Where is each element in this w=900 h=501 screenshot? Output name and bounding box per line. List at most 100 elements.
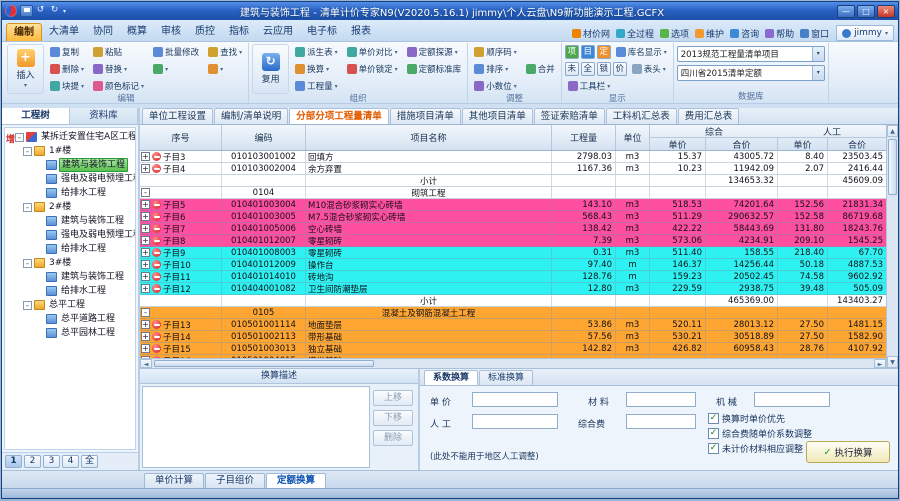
document-tab[interactable]: 措施项目清单 bbox=[390, 108, 461, 124]
pager-button[interactable]: 2 bbox=[24, 455, 41, 468]
quota-spec-dropdown[interactable]: 四川省2015清单定额 ▾ bbox=[677, 65, 825, 81]
tree-item[interactable]: - 2#楼 bbox=[5, 200, 135, 214]
checkbox-icon[interactable]: ✓ bbox=[708, 443, 719, 454]
row-expand-icon[interactable]: + bbox=[141, 332, 150, 341]
sort-button[interactable]: 排序▾ bbox=[471, 61, 520, 77]
derive-table-button[interactable]: 派生表▾ bbox=[292, 44, 341, 60]
toggle-subitem-button[interactable]: 目 bbox=[581, 45, 595, 59]
table-row[interactable]: + 子目10 010401012009 操作台 97.40 m 146.37 1… bbox=[140, 259, 886, 271]
ribbon-tab-big-list[interactable]: 大清单 bbox=[42, 23, 86, 41]
document-tab[interactable]: 其他项目清单 bbox=[462, 108, 533, 124]
checkbox-icon[interactable]: ✓ bbox=[708, 413, 719, 424]
row-expand-icon[interactable]: + bbox=[141, 164, 150, 173]
row-expand-icon[interactable]: + bbox=[141, 344, 150, 353]
tree-item[interactable]: - 3#楼 bbox=[5, 256, 135, 270]
replace-button[interactable]: 替换▾ bbox=[90, 61, 147, 77]
toggle-locked-button[interactable]: 锁 bbox=[597, 62, 611, 76]
table-row[interactable]: 小计 134653.32 45609.09 bbox=[140, 175, 886, 187]
row-expand-icon[interactable]: - bbox=[141, 188, 150, 197]
quota-trace-button[interactable]: 定额探源▾ bbox=[404, 44, 465, 60]
merge-button[interactable]: 合并 bbox=[523, 61, 558, 77]
row-expand-icon[interactable]: + bbox=[141, 212, 150, 221]
labor-input[interactable] bbox=[472, 414, 558, 429]
price-lock-button[interactable]: 单价锁定▾ bbox=[344, 61, 401, 77]
desc-action-button[interactable]: 删除 bbox=[373, 430, 413, 446]
tree-item[interactable]: 给排水工程 bbox=[5, 242, 135, 256]
options-button[interactable]: 选项 bbox=[657, 25, 692, 41]
paste-button[interactable]: 粘贴 bbox=[90, 44, 147, 60]
ribbon-tab-report[interactable]: 报表 bbox=[344, 23, 378, 41]
quick-access-dropdown-icon[interactable]: ▾ bbox=[63, 8, 66, 15]
conversion-tab[interactable]: 系数换算 bbox=[424, 370, 478, 385]
desc-action-button[interactable]: 下移 bbox=[373, 410, 413, 426]
price-compare-button[interactable]: 单价对比▾ bbox=[344, 44, 401, 60]
copy-button[interactable]: 复制 bbox=[47, 44, 87, 60]
reuse-button[interactable]: 复用 bbox=[252, 44, 289, 94]
tree-item[interactable]: 建筑与装饰工程 bbox=[5, 214, 135, 228]
tree-expand-icon[interactable]: - bbox=[15, 133, 24, 142]
tree-item[interactable]: 总平园林工程 bbox=[5, 326, 135, 340]
machine-input[interactable] bbox=[754, 392, 830, 407]
scroll-thumb[interactable] bbox=[154, 360, 374, 367]
toggle-unpriced-button[interactable]: 未 bbox=[565, 62, 579, 76]
desc-action-button[interactable]: 上移 bbox=[373, 390, 413, 406]
table-row[interactable]: + 子目13 010501001114 地面垫层 53.86 m3 520.11… bbox=[140, 319, 886, 331]
ribbon-tab-estimate[interactable]: 概算 bbox=[120, 23, 154, 41]
conversion-desc-list[interactable] bbox=[142, 386, 370, 468]
row-expand-icon[interactable]: + bbox=[141, 224, 150, 233]
tree-item[interactable]: - 总平工程 bbox=[5, 298, 135, 312]
overhead-input[interactable] bbox=[626, 414, 696, 429]
table-row[interactable]: + 子目4 010103002004 余方弃置 1167.36 m3 10.23… bbox=[140, 163, 886, 175]
table-row[interactable]: 小计 465369.00 143403.27 bbox=[140, 295, 886, 307]
table-row[interactable]: - 0105 混凝土及钢筋混凝土工程 bbox=[140, 307, 886, 319]
table-row[interactable]: + 子目15 010501003013 独立基础 142.82 m3 426.8… bbox=[140, 343, 886, 355]
help-button[interactable]: 帮助 bbox=[762, 25, 797, 41]
tree-expand-icon[interactable]: - bbox=[23, 259, 32, 268]
delete-button[interactable]: 删除▾ bbox=[47, 61, 87, 77]
expand-rows-button[interactable]: ▾ bbox=[150, 61, 202, 77]
toggle-quota-button[interactable]: 定 bbox=[597, 45, 611, 59]
left-panel-tab[interactable]: 资料库 bbox=[70, 108, 138, 124]
table-row[interactable]: + 子目5 010401003004 M10混合砂浆砌实心砖墙 143.10 m… bbox=[140, 199, 886, 211]
table-row[interactable]: + 子目9 010401008003 零星砌砖 0.31 m3 511.40 1… bbox=[140, 247, 886, 259]
tree-item[interactable]: 给排水工程 bbox=[5, 186, 135, 200]
scroll-thumb[interactable] bbox=[888, 139, 897, 195]
scroll-right-icon[interactable]: ► bbox=[874, 359, 886, 368]
window-menu-button[interactable]: 窗口 bbox=[797, 25, 832, 41]
row-expand-icon[interactable]: + bbox=[141, 320, 150, 329]
quantity-button[interactable]: 工程量▾ bbox=[292, 78, 341, 94]
row-expand-icon[interactable]: + bbox=[141, 200, 150, 209]
maintain-button[interactable]: 维护 bbox=[692, 25, 727, 41]
decimals-button[interactable]: 小数位▾ bbox=[471, 78, 520, 94]
ribbon-tab-ebid[interactable]: 电子标 bbox=[300, 23, 344, 41]
color-mark-button[interactable]: 颜色标记▾ bbox=[90, 78, 147, 94]
toolbar-button[interactable]: 工具栏▾ bbox=[565, 78, 614, 94]
tree-item[interactable]: - 1#楼 bbox=[5, 144, 135, 158]
row-expand-icon[interactable]: + bbox=[141, 284, 150, 293]
conversion-checkbox[interactable]: ✓ 未计价材料相应调整 bbox=[708, 442, 803, 455]
vertical-scrollbar[interactable]: ▲ ▼ bbox=[886, 125, 898, 368]
row-expand-icon[interactable]: + bbox=[141, 248, 150, 257]
scroll-left-icon[interactable]: ◄ bbox=[140, 359, 152, 368]
bottom-tab[interactable]: 子目组价 bbox=[205, 473, 265, 488]
document-tab[interactable]: 单位工程设置 bbox=[142, 108, 213, 124]
tree-item[interactable]: 强电及弱电预埋工程 bbox=[5, 228, 135, 242]
toggle-all-button[interactable]: 全 bbox=[581, 62, 595, 76]
find-button[interactable]: 查找▾ bbox=[205, 44, 245, 60]
table-row[interactable]: + 子目14 010501002113 带形基础 57.56 m3 530.21… bbox=[140, 331, 886, 343]
tree-expand-icon[interactable]: - bbox=[23, 301, 32, 310]
table-row[interactable]: + 子目6 010401003005 M7.5混合砂浆砌实心砖墙 568.43 … bbox=[140, 211, 886, 223]
table-header-button[interactable]: 表头▾ bbox=[629, 61, 669, 77]
document-tab[interactable]: 分部分项工程量清单 bbox=[289, 108, 389, 124]
tree-item[interactable]: 强电及弱电预埋工程 bbox=[5, 172, 135, 186]
filter-button[interactable]: ▾ bbox=[205, 61, 245, 77]
redo-icon[interactable]: ↻ bbox=[48, 5, 61, 17]
ribbon-tab-audit[interactable]: 审核 bbox=[154, 23, 188, 41]
order-code-button[interactable]: 顺序码▾ bbox=[471, 44, 520, 60]
ribbon-tab-compile[interactable]: 编制 bbox=[6, 23, 42, 41]
bottom-tab[interactable]: 单价计算 bbox=[144, 473, 204, 488]
table-row[interactable]: + 子目3 010103001002 回填方 2798.03 m3 15.37 … bbox=[140, 151, 886, 163]
execute-conversion-button[interactable]: ✓ 执行换算 bbox=[806, 441, 890, 463]
conversion-checkbox[interactable]: ✓ 换算时单价优先 bbox=[708, 412, 785, 425]
close-button[interactable]: × bbox=[877, 5, 895, 18]
